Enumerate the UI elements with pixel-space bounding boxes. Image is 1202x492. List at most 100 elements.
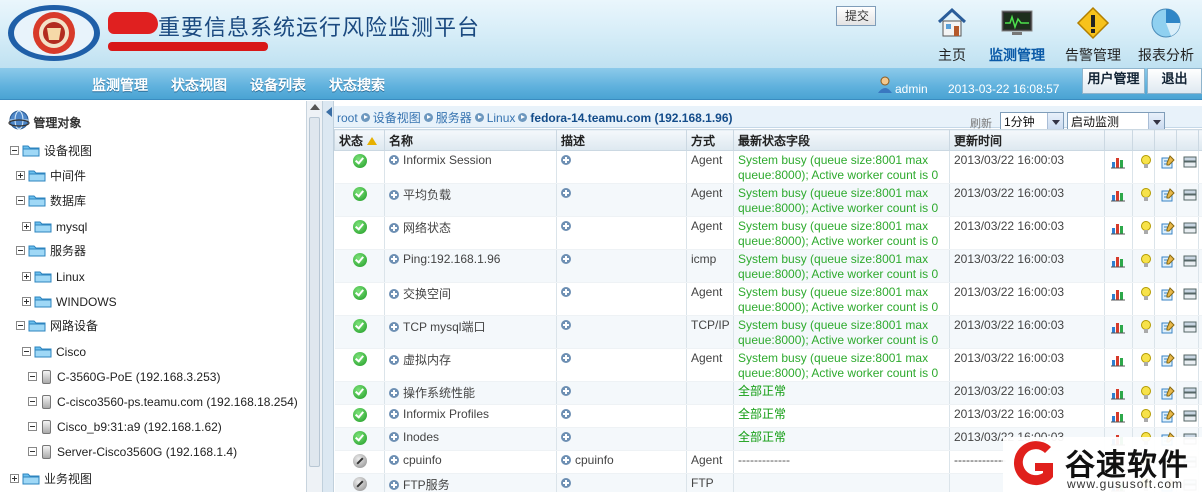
expand-circle-icon[interactable] xyxy=(389,480,399,490)
edit-icon[interactable] xyxy=(1161,188,1175,202)
table-row[interactable]: Informix Session Agent System busy (queue … xyxy=(334,150,1202,184)
lightbulb-icon[interactable] xyxy=(1139,320,1153,334)
tree-item[interactable]: 数据库 xyxy=(16,191,86,211)
name-cell[interactable]: Informix Session xyxy=(384,150,557,184)
nav-home[interactable]: 主页 xyxy=(920,4,984,66)
bar-chart-icon[interactable] xyxy=(1111,386,1125,400)
tree-item[interactable]: C-3560G-PoE (192.168.3.253) xyxy=(28,367,220,387)
menu-monitor[interactable]: 监测管理 xyxy=(92,75,148,95)
submit-button[interactable]: 提交 xyxy=(836,6,876,26)
edit-icon[interactable] xyxy=(1161,320,1175,334)
sidebar-scrollbar[interactable] xyxy=(306,101,322,492)
tree-item[interactable]: 服务器 xyxy=(16,241,86,261)
collapse-icon[interactable] xyxy=(28,422,37,432)
expand-circle-icon[interactable] xyxy=(561,221,571,231)
expand-circle-icon[interactable] xyxy=(561,287,571,297)
edit-icon[interactable] xyxy=(1161,221,1175,235)
expand-circle-icon[interactable] xyxy=(389,388,399,398)
edit-icon[interactable] xyxy=(1161,386,1175,400)
monitor-name[interactable]: Informix Session xyxy=(403,153,492,167)
tree-item[interactable]: Server-Cisco3560G (192.168.1.4) xyxy=(28,442,237,462)
bar-chart-icon[interactable] xyxy=(1111,409,1125,423)
col-name[interactable]: 名称 xyxy=(384,129,557,151)
expand-circle-icon[interactable] xyxy=(389,432,399,442)
device-config-icon[interactable] xyxy=(1183,188,1197,202)
monitor-name[interactable]: 平均负载 xyxy=(403,188,451,202)
monitor-name[interactable]: 操作系统性能 xyxy=(403,386,475,400)
expand-circle-icon[interactable] xyxy=(561,409,571,419)
lightbulb-icon[interactable] xyxy=(1139,287,1153,301)
col-description[interactable]: 描述 xyxy=(556,129,687,151)
breadcrumb-item[interactable]: Linux xyxy=(487,111,516,125)
bar-chart-icon[interactable] xyxy=(1111,155,1125,169)
lightbulb-icon[interactable] xyxy=(1139,254,1153,268)
edit-icon[interactable] xyxy=(1161,254,1175,268)
lightbulb-icon[interactable] xyxy=(1139,386,1153,400)
edit-icon[interactable] xyxy=(1161,353,1175,367)
bar-chart-icon[interactable] xyxy=(1111,320,1125,334)
name-cell[interactable]: 平均负载 xyxy=(384,183,557,217)
tree-item[interactable]: Cisco_b9:31:a9 (192.168.1.62) xyxy=(28,417,222,437)
collapse-icon[interactable] xyxy=(16,321,25,331)
name-cell[interactable]: 操作系统性能 xyxy=(384,381,557,405)
name-cell[interactable]: 虚拟内存 xyxy=(384,348,557,382)
monitor-name[interactable]: Informix Profiles xyxy=(403,407,489,421)
expand-circle-icon[interactable] xyxy=(389,190,399,200)
expand-circle-icon[interactable] xyxy=(561,455,571,465)
tree-item[interactable]: 设备视图 xyxy=(10,141,92,161)
lightbulb-icon[interactable] xyxy=(1139,409,1153,423)
expand-circle-icon[interactable] xyxy=(561,478,571,488)
nav-report[interactable]: 报表分析 xyxy=(1134,4,1198,66)
tree-item[interactable]: 业务视图 xyxy=(10,469,92,489)
collapse-icon[interactable] xyxy=(10,146,19,156)
tree-item[interactable]: WINDOWS xyxy=(22,292,117,312)
monitor-name[interactable]: 网络状态 xyxy=(403,221,451,235)
col-update-time[interactable]: 更新时间 xyxy=(949,129,1105,151)
expand-icon[interactable] xyxy=(22,297,31,307)
edit-icon[interactable] xyxy=(1161,409,1175,423)
edit-icon[interactable] xyxy=(1161,287,1175,301)
expand-circle-icon[interactable] xyxy=(389,155,399,165)
bar-chart-icon[interactable] xyxy=(1111,287,1125,301)
expand-circle-icon[interactable] xyxy=(389,223,399,233)
monitor-name[interactable]: 交换空间 xyxy=(403,287,451,301)
menu-status-view[interactable]: 状态视图 xyxy=(171,75,227,95)
lightbulb-icon[interactable] xyxy=(1139,155,1153,169)
expand-icon[interactable] xyxy=(10,474,19,484)
logout-button[interactable]: 退出 xyxy=(1147,68,1202,94)
expand-circle-icon[interactable] xyxy=(561,254,571,264)
bar-chart-icon[interactable] xyxy=(1111,221,1125,235)
menu-status-search[interactable]: 状态搜索 xyxy=(329,75,385,95)
expand-icon[interactable] xyxy=(22,222,31,232)
name-cell[interactable]: Informix Profiles xyxy=(384,404,557,428)
device-config-icon[interactable] xyxy=(1183,254,1197,268)
user-management-button[interactable]: 用户管理 xyxy=(1082,68,1145,94)
expand-circle-icon[interactable] xyxy=(389,409,399,419)
name-cell[interactable]: Ping:192.168.1.96 xyxy=(384,249,557,283)
col-latest-state[interactable]: 最新状态字段 xyxy=(733,129,950,151)
lightbulb-icon[interactable] xyxy=(1139,353,1153,367)
table-row[interactable]: 平均负载 Agent System busy (queue size:8001 ma… xyxy=(334,183,1202,217)
tree-item[interactable]: C-cisco3560-ps.teamu.com (192.168.18.254… xyxy=(28,392,298,412)
tree-item[interactable]: 中间件 xyxy=(16,166,86,186)
expand-icon[interactable] xyxy=(16,171,25,181)
device-config-icon[interactable] xyxy=(1183,320,1197,334)
device-config-icon[interactable] xyxy=(1183,287,1197,301)
tree-item[interactable]: Cisco xyxy=(22,342,86,362)
collapse-left-icon[interactable] xyxy=(326,107,332,117)
expand-circle-icon[interactable] xyxy=(561,432,571,442)
collapse-icon[interactable] xyxy=(28,372,37,382)
tree-item[interactable]: mysql xyxy=(22,217,87,237)
breadcrumb-item[interactable]: 服务器 xyxy=(436,111,472,125)
collapse-icon[interactable] xyxy=(28,397,37,407)
device-config-icon[interactable] xyxy=(1183,409,1197,423)
expand-icon[interactable] xyxy=(22,272,31,282)
monitor-name[interactable]: Ping:192.168.1.96 xyxy=(403,252,500,266)
tree-item[interactable]: 网路设备 xyxy=(16,316,98,336)
collapse-icon[interactable] xyxy=(28,447,37,457)
col-method[interactable]: 方式 xyxy=(686,129,734,151)
collapse-icon[interactable] xyxy=(16,246,25,256)
table-row[interactable]: 虚拟内存 Agent System busy (queue size:8001 ma… xyxy=(334,348,1202,382)
table-row[interactable]: Informix Profiles 全部正常 2013/03/22 16:00:03 xyxy=(334,404,1202,428)
table-row[interactable]: Ping:192.168.1.96 icmp System busy (queue … xyxy=(334,249,1202,283)
